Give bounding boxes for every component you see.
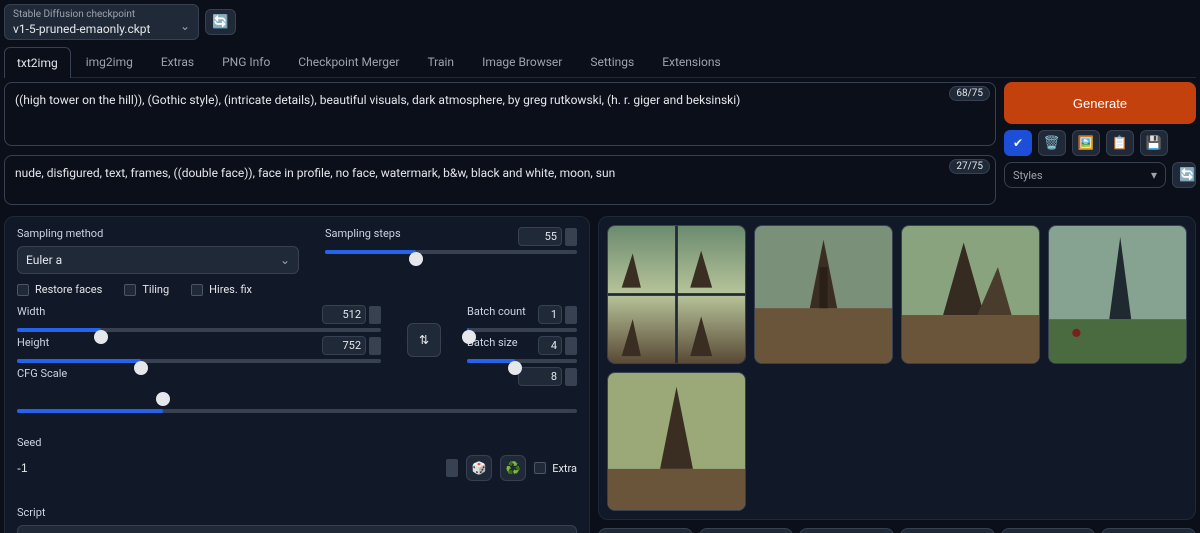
output-gallery	[598, 216, 1196, 520]
prompt-token-count: 68/75	[949, 86, 990, 101]
checkpoint-select[interactable]: Stable Diffusion checkpoint v1-5-pruned-…	[4, 4, 199, 40]
steps-value[interactable]: 55	[518, 227, 562, 246]
gallery-item[interactable]	[901, 225, 1040, 364]
negative-prompt-textarea[interactable]	[4, 155, 996, 205]
seed-stepper[interactable]	[446, 459, 458, 477]
extra-seed-checkbox[interactable]: Extra	[534, 462, 577, 475]
gallery-item[interactable]	[754, 225, 893, 364]
batch-count-label: Batch count	[467, 305, 526, 324]
open-folder-button[interactable]: 📂	[598, 528, 693, 533]
refresh-checkpoints-button[interactable]: 🔄	[205, 9, 236, 34]
tab-extensions[interactable]: Extensions	[649, 46, 733, 77]
tab-settings[interactable]: Settings	[577, 46, 647, 77]
generate-button[interactable]: Generate	[1004, 82, 1196, 124]
negative-token-count: 27/75	[949, 159, 990, 174]
width-stepper[interactable]	[369, 306, 381, 324]
chevron-down-icon: ▾	[1151, 168, 1157, 182]
script-select[interactable]: None⌄	[17, 525, 577, 533]
styles-label: Styles	[1013, 169, 1043, 182]
main-tabs: txt2img img2img Extras PNG Info Checkpoi…	[4, 46, 1196, 78]
chevron-down-icon: ⌄	[180, 19, 190, 33]
tab-checkpoint-merger[interactable]: Checkpoint Merger	[285, 46, 412, 77]
batch-size-value[interactable]: 4	[538, 336, 562, 355]
send-to-inpaint-button[interactable]: Send to inpaint	[1001, 528, 1096, 533]
seed-label: Seed	[17, 436, 577, 449]
cfg-stepper[interactable]	[565, 368, 577, 386]
tab-txt2img[interactable]: txt2img	[4, 47, 71, 78]
reuse-seed-button[interactable]: ♻️	[500, 455, 526, 481]
tab-img2img[interactable]: img2img	[73, 46, 146, 77]
check-icon: ✔	[1013, 136, 1023, 150]
clear-prompt-button[interactable]: 🗑️	[1038, 130, 1066, 156]
image-icon: 🖼️	[1078, 137, 1094, 150]
dice-icon: 🎲	[472, 461, 487, 475]
refresh-icon: 🔄	[212, 14, 229, 29]
tiling-checkbox[interactable]: Tiling	[124, 283, 169, 296]
chevron-down-icon: ⌄	[280, 253, 290, 267]
seed-input[interactable]	[17, 461, 438, 475]
cfg-value[interactable]: 8	[518, 367, 562, 386]
sampler-select[interactable]: Euler a⌄	[17, 246, 299, 274]
random-seed-button[interactable]: 🎲	[466, 455, 492, 481]
paste-button[interactable]: 📋	[1106, 130, 1134, 156]
batch-size-stepper[interactable]	[565, 337, 577, 355]
swap-icon: ⇅	[419, 333, 429, 347]
swap-dimensions-button[interactable]: ⇅	[407, 323, 441, 357]
script-label: Script	[17, 506, 577, 519]
width-value[interactable]: 512	[322, 305, 366, 324]
gallery-item[interactable]	[607, 372, 746, 511]
clipboard-icon: 📋	[1112, 137, 1128, 150]
height-label: Height	[17, 336, 49, 355]
refresh-styles-button[interactable]: 🔄	[1172, 162, 1196, 188]
interrogate-toggle[interactable]: ✔	[1004, 130, 1032, 156]
trash-icon: 🗑️	[1044, 137, 1060, 150]
checkpoint-label: Stable Diffusion checkpoint	[13, 9, 190, 20]
height-stepper[interactable]	[369, 337, 381, 355]
style-apply-button[interactable]: 🖼️	[1072, 130, 1100, 156]
tab-extras[interactable]: Extras	[148, 46, 207, 77]
checkpoint-value: v1-5-pruned-emaonly.ckpt	[13, 22, 190, 36]
recycle-icon: ♻️	[506, 461, 521, 475]
tab-train[interactable]: Train	[414, 46, 467, 77]
zip-button[interactable]: Zip	[799, 528, 894, 533]
steps-stepper[interactable]	[565, 228, 577, 246]
hires-fix-checkbox[interactable]: Hires. fix	[191, 283, 252, 296]
send-to-img2img-button[interactable]: Send to img2img	[900, 528, 995, 533]
refresh-icon: 🔄	[1179, 167, 1196, 182]
batch-count-value[interactable]: 1	[538, 305, 562, 324]
tab-pnginfo[interactable]: PNG Info	[209, 46, 283, 77]
restore-faces-checkbox[interactable]: Restore faces	[17, 283, 102, 296]
tab-image-browser[interactable]: Image Browser	[469, 46, 575, 77]
height-value[interactable]: 752	[322, 336, 366, 355]
send-to-extras-button[interactable]: Send to extras	[1101, 528, 1196, 533]
styles-select[interactable]: Styles ▾	[1004, 162, 1166, 188]
save-button[interactable]: Save	[699, 528, 794, 533]
width-label: Width	[17, 305, 45, 324]
settings-panel: Sampling method Euler a⌄ Sampling steps …	[4, 216, 590, 533]
gallery-item[interactable]	[1048, 225, 1187, 364]
cfg-label: CFG Scale	[17, 367, 67, 386]
prompt-textarea[interactable]	[4, 82, 996, 146]
save-icon: 💾	[1146, 137, 1162, 150]
gallery-grid-preview[interactable]	[607, 225, 746, 364]
batch-count-stepper[interactable]	[565, 306, 577, 324]
cfg-slider[interactable]	[17, 392, 577, 430]
save-style-button[interactable]: 💾	[1140, 130, 1168, 156]
steps-label: Sampling steps	[325, 227, 401, 246]
sampler-label: Sampling method	[17, 227, 299, 240]
